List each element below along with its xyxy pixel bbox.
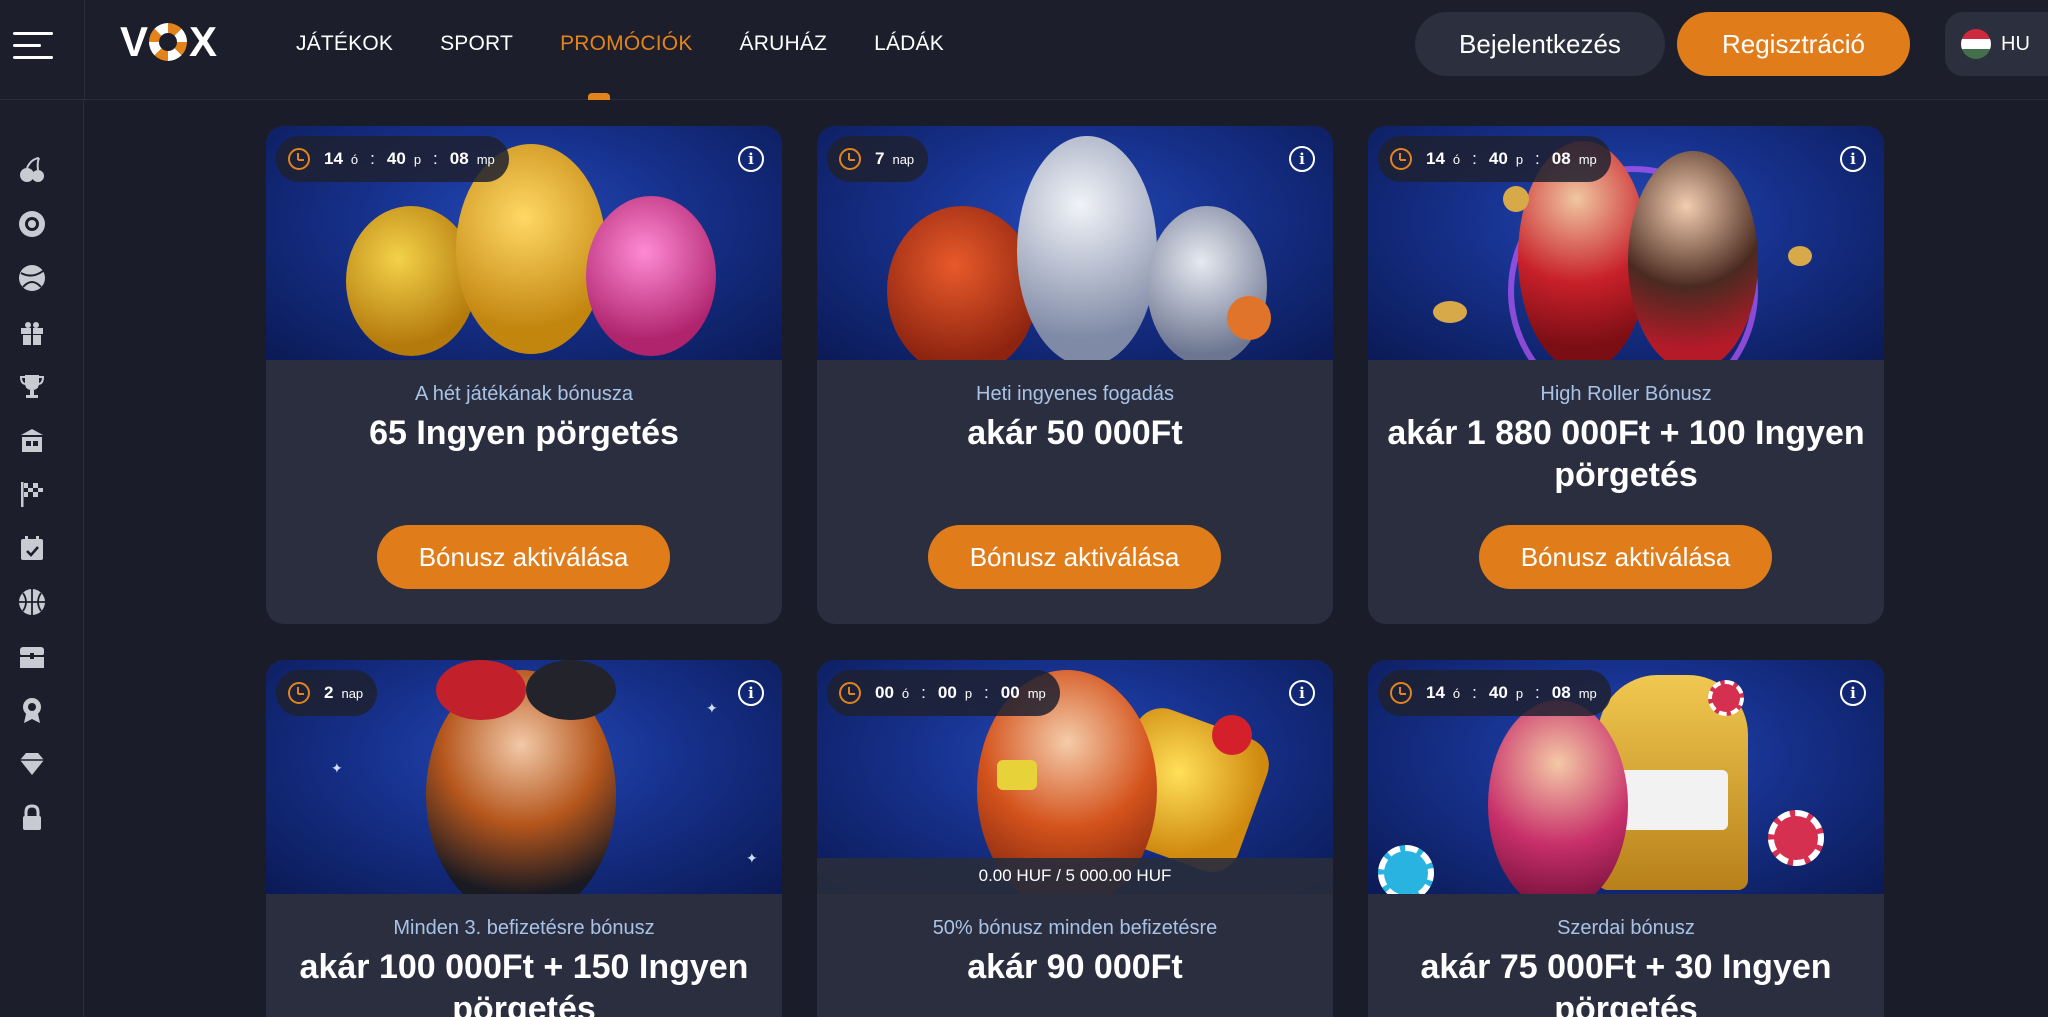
promo-subtitle: Heti ingyenes fogadás [976, 383, 1174, 405]
race-flag-icon[interactable] [16, 478, 48, 510]
main-nav: JÁTÉKOK SPORT PROMÓCIÓK ÁRUHÁZ LÁDÁK [296, 0, 944, 88]
promo-title: akár 75 000Ft + 30 Ingyen pörgetés [1420, 948, 1832, 1017]
nav-promociok[interactable]: PROMÓCIÓK [560, 32, 692, 56]
countdown-timer: 14 ó: 40 p: 08 mp [276, 136, 509, 182]
countdown-timer: 14 ó: 40 p: 08 mp [1378, 136, 1611, 182]
info-icon[interactable]: i [1289, 146, 1315, 172]
promo-subtitle: Szerdai bónusz [1557, 917, 1695, 939]
clock-icon [1390, 682, 1412, 704]
promo-title: akár 1 880 000Ft + 100 Ingyen pörgetés [1387, 414, 1865, 494]
active-nav-indicator [588, 93, 610, 100]
promo-title: akár 50 000Ft [967, 414, 1183, 452]
activate-bonus-button[interactable]: Bónusz aktiválása [377, 525, 670, 589]
language-code: HU [2001, 32, 2030, 55]
promo-card: 7 nap i Heti ingyenes fogadás akár 50 000… [817, 126, 1333, 624]
promo-image-lucky-figures: 14 ó: 40 p: 08 mp i [266, 126, 782, 360]
promo-subtitle: 50% bónusz minden befizetésre [932, 917, 1218, 939]
calendar-check-icon[interactable] [16, 532, 48, 564]
language-selector[interactable]: HU [1945, 12, 2048, 76]
diamond-icon[interactable] [16, 748, 48, 780]
countdown-timer: 2 nap [276, 670, 378, 716]
deposit-progress: 0.00 HUF / 5 000.00 HUF [817, 858, 1333, 894]
info-icon[interactable]: i [1289, 680, 1315, 706]
trophy-icon[interactable] [16, 370, 48, 402]
hungary-flag-icon [1961, 29, 1991, 59]
promo-image-queen: 00 ó: 00 p: 00 mp i 0.00 HUF / 5 000.00 HUF [817, 660, 1333, 894]
promo-image-jester: ✦ ✦ ✦ 2 nap i [266, 660, 782, 894]
top-header: VX JÁTÉKOK SPORT PROMÓCIÓK ÁRUHÁZ LÁDÁK … [0, 0, 2048, 100]
promo-card: 14 ó: 40 p: 08 mp i A hét játékának bónusza… [266, 126, 782, 624]
countdown-timer: 14 ó: 40 p: 08 mp [1378, 670, 1611, 716]
menu-burger-icon[interactable] [13, 30, 53, 60]
promo-image-athletes: 7 nap i [817, 126, 1333, 360]
nav-aruhaz[interactable]: ÁRUHÁZ [740, 32, 828, 56]
activate-bonus-button[interactable]: Bónusz aktiválása [928, 525, 1221, 589]
promo-title: akár 90 000Ft [967, 948, 1183, 986]
promo-card: 14 ó: 40 p: 08 mp i Szerdai bónusz akár 75 … [1368, 660, 1884, 1017]
left-sidebar [0, 100, 84, 1017]
clock-icon [1390, 148, 1412, 170]
activate-bonus-button[interactable]: Bónusz aktiválása [1479, 525, 1772, 589]
nav-ladak[interactable]: LÁDÁK [874, 32, 944, 56]
nav-jatekok[interactable]: JÁTÉKOK [296, 32, 393, 56]
promo-image-slot-machine: 14 ó: 40 p: 08 mp i [1368, 660, 1884, 894]
info-icon[interactable]: i [1840, 146, 1866, 172]
promo-card: 00 ó: 00 p: 00 mp i 0.00 HUF / 5 000.00 HUF… [817, 660, 1333, 1017]
promo-card: ✦ ✦ ✦ 2 nap i Minden 3. befizetésre bónus… [266, 660, 782, 1017]
cherry-slots-icon[interactable] [16, 154, 48, 186]
clock-icon [839, 682, 861, 704]
nav-sport[interactable]: SPORT [440, 32, 513, 56]
info-icon[interactable]: i [738, 146, 764, 172]
sports-ball-icon[interactable] [16, 262, 48, 294]
promo-subtitle: A hét játékának bónusza [415, 383, 633, 405]
promo-card: 14 ó: 40 p: 08 mp i High Roller Bónusz akár… [1368, 126, 1884, 624]
countdown-timer: 00 ó: 00 p: 00 mp [827, 670, 1060, 716]
info-icon[interactable]: i [1840, 680, 1866, 706]
shop-icon[interactable] [16, 424, 48, 456]
treasure-chest-icon[interactable] [16, 640, 48, 672]
clock-icon [288, 682, 310, 704]
promo-image-high-roller: 14 ó: 40 p: 08 mp i [1368, 126, 1884, 360]
vox-logo[interactable]: VX [120, 18, 217, 65]
lock-icon[interactable] [16, 802, 48, 834]
basketball-icon[interactable] [16, 586, 48, 618]
clock-icon [839, 148, 861, 170]
casino-chip-icon[interactable] [16, 208, 48, 240]
register-button[interactable]: Regisztráció [1677, 12, 1910, 76]
promo-subtitle: Minden 3. befizetésre bónusz [393, 917, 655, 939]
promo-subtitle: High Roller Bónusz [1540, 383, 1712, 405]
gift-icon[interactable] [16, 316, 48, 348]
login-button[interactable]: Bejelentkezés [1415, 12, 1665, 76]
promo-title: akár 100 000Ft + 150 Ingyen pörgetés [299, 948, 749, 1017]
badge-icon[interactable] [16, 694, 48, 726]
info-icon[interactable]: i [738, 680, 764, 706]
header-divider [84, 0, 85, 100]
promo-title: 65 Ingyen pörgetés [369, 414, 679, 452]
countdown-timer: 7 nap [827, 136, 929, 182]
clock-icon [288, 148, 310, 170]
